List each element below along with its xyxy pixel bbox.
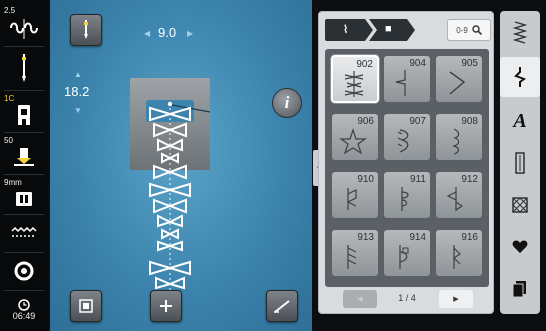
info-icon: i <box>284 93 290 112</box>
stitch-width-icon <box>10 19 38 39</box>
needle-icon <box>22 54 26 82</box>
divider <box>4 132 44 133</box>
stitch-preview-icon <box>449 71 466 95</box>
stitch-preview-area: ◀ 9.0 ▶ ▲ 18.2 ▼ i <box>50 0 312 331</box>
practical-stitches-tab[interactable] <box>500 57 540 97</box>
alphabets-tab[interactable]: A <box>500 101 540 141</box>
stitch-tile[interactable]: 906 <box>331 113 379 161</box>
stitch-tile[interactable]: 916 <box>435 229 483 277</box>
stitch-preview-icon <box>401 187 409 211</box>
alphabet-icon: A <box>513 109 527 132</box>
stitch-preview-icon <box>339 128 367 155</box>
pagination: ◀ 1 / 4 ▶ <box>325 289 489 311</box>
file-icon <box>513 281 526 297</box>
plus-icon <box>160 300 172 312</box>
stitch-preview-icon <box>347 245 357 269</box>
divider <box>4 290 44 291</box>
previous-page-button[interactable]: ◀ <box>343 290 377 308</box>
divider <box>4 174 44 175</box>
quilt-stitches-tab[interactable] <box>500 185 540 225</box>
square-view-icon <box>79 299 93 313</box>
stitch-tile[interactable]: 913 <box>331 229 379 277</box>
stitch-preview-icon <box>344 71 364 97</box>
breadcrumb-stitch-icon[interactable]: ⌇ <box>343 23 348 36</box>
clock-indicator[interactable]: 06:49 <box>0 292 48 328</box>
add-stitch-button[interactable] <box>150 290 182 322</box>
stitch-tile[interactable]: 911 <box>383 171 431 219</box>
buttonhole-icon <box>515 152 525 174</box>
page-indicator: 1 / 4 <box>398 293 416 303</box>
arrow-right-icon: ▶ <box>453 296 459 303</box>
bobbin-indicator[interactable] <box>0 254 48 288</box>
presser-foot-indicator[interactable]: 1C <box>0 92 48 130</box>
decorative-stitch-icon <box>513 21 527 44</box>
stitch-tile[interactable]: 907 <box>383 113 431 161</box>
stitch-tile[interactable]: 908 <box>435 113 483 161</box>
breadcrumb-folder-icon[interactable]: ■ <box>385 23 392 35</box>
pen-edit-icon <box>274 300 290 313</box>
decorative-stitches-tab[interactable] <box>500 13 540 53</box>
divider <box>4 214 44 215</box>
presser-foot-icon <box>18 105 30 125</box>
stitch-plate-icon <box>16 192 32 206</box>
stitch-preview-icon <box>452 128 460 155</box>
divider <box>4 90 44 91</box>
edit-stitch-button[interactable] <box>266 290 298 322</box>
stitch-tile[interactable]: 910 <box>331 171 379 219</box>
needle-indicator[interactable] <box>0 48 48 88</box>
quilt-icon <box>512 197 528 213</box>
personal-program-tab[interactable] <box>500 227 540 267</box>
stitch-grid: 902 904 905 906 907 908 910 911 912 913 … <box>325 49 489 287</box>
stitch-preview-icon <box>395 70 406 96</box>
stitch-tile[interactable]: 914 <box>383 229 431 277</box>
stitch-width-indicator[interactable]: 2.5 <box>0 4 48 44</box>
stitch-width-value: 2.5 <box>4 6 16 15</box>
stitch-selection-panel: ⌇ ■ 0-9 902 904 905 906 907 908 910 911 … <box>318 11 494 314</box>
stitch-tile[interactable]: 902 <box>331 55 379 103</box>
arrow-left-icon: ◀ <box>357 296 363 303</box>
divider <box>4 252 44 253</box>
search-icon <box>472 25 482 35</box>
stitch-preview-icon <box>446 187 464 211</box>
stitch-plate-indicator[interactable]: 9mm <box>0 176 48 212</box>
feed-dog-icon <box>11 227 37 237</box>
presser-pressure-icon <box>14 148 34 166</box>
stitch-tile[interactable]: 904 <box>383 55 431 103</box>
stitch-icon <box>514 67 527 87</box>
clock-time: 06:49 <box>12 311 36 321</box>
presser-pressure-indicator[interactable]: 50 <box>0 134 48 172</box>
stitch-number-search-button[interactable]: 0-9 <box>447 19 491 41</box>
next-page-button[interactable]: ▶ <box>439 290 473 308</box>
stitch-preview-icon <box>453 245 461 269</box>
feed-dog-indicator[interactable] <box>0 216 48 250</box>
stitch-tile[interactable]: 912 <box>435 171 483 219</box>
category-bar: A <box>500 11 540 314</box>
stitch-preview-icon <box>399 245 409 269</box>
view-toggle-button[interactable] <box>70 290 102 322</box>
search-code: 0-9 <box>456 25 468 35</box>
info-button[interactable]: i <box>272 88 302 118</box>
stitch-preview-icon <box>397 129 409 153</box>
divider <box>4 46 44 47</box>
heart-icon <box>512 240 528 253</box>
buttonholes-tab[interactable] <box>500 143 540 183</box>
presser-foot-code: 1C <box>4 94 15 103</box>
breadcrumb: ⌇ ■ <box>325 19 421 41</box>
stitch-tile[interactable]: 905 <box>435 55 483 103</box>
presser-pressure-value: 50 <box>4 136 13 145</box>
stitch-pattern-preview <box>149 101 211 292</box>
stitch-plate-value: 9mm <box>4 178 22 187</box>
bobbin-icon <box>14 261 34 281</box>
status-bar: 2.5 1C 50 9mm 06:49 <box>0 0 48 331</box>
clock-icon <box>18 299 30 311</box>
files-tab[interactable] <box>500 269 540 309</box>
stitch-preview-icon <box>346 188 357 210</box>
